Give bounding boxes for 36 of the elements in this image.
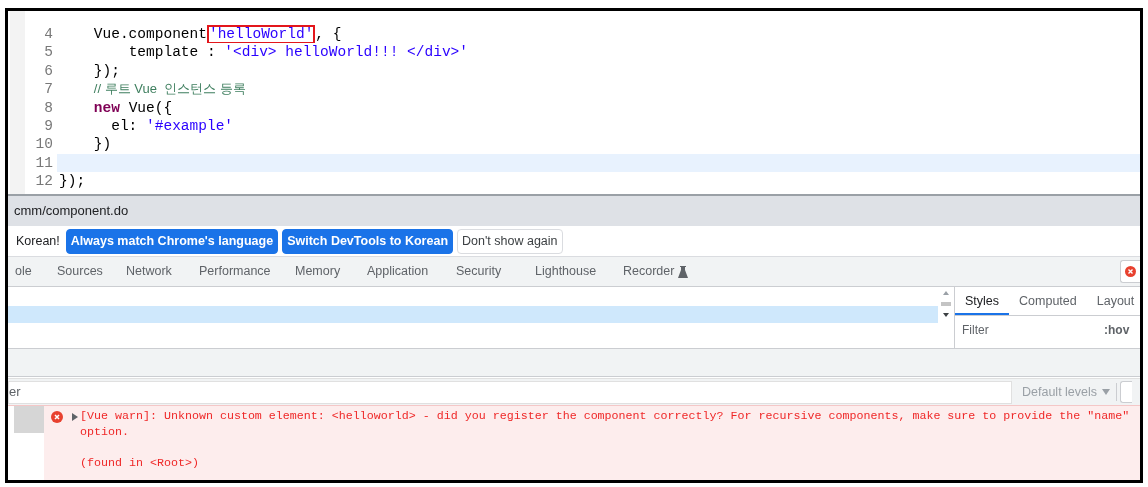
error-count-button[interactable] (1120, 260, 1140, 283)
styles-tab[interactable]: Styles (955, 289, 1010, 315)
code-line: // 루트 Vue 인스턴스 등록 (92, 80, 246, 99)
devtools-tab[interactable]: Lighthouse (528, 257, 604, 286)
error-icon (51, 411, 63, 423)
code-line: }); (59, 172, 86, 191)
error-icon (1125, 266, 1136, 277)
dropdown-arrow-icon (1102, 389, 1111, 395)
console-filter-field[interactable]: er (8, 380, 1012, 404)
infobar-message: Korean! (16, 232, 60, 250)
hov-toggle[interactable]: :hov (1104, 320, 1130, 339)
console-message: [Vue warn]: Unknown custom element: <helloworld> - did you register the component correctly? For recursive components, make sure to provide the "name" option. (80, 409, 1131, 441)
action-button[interactable]: Switch DevTools to Korean (282, 228, 454, 254)
url-text: cmm/component.do (14, 202, 129, 221)
styles-tab[interactable]: Layout (1086, 289, 1140, 315)
code-line: el: '#example' (110, 116, 234, 136)
settings-button[interactable] (1120, 381, 1133, 403)
devtools-tab[interactable]: ole (8, 257, 39, 286)
code-line: template : '<div> helloWorld!!! </div>' (127, 43, 468, 62)
devtools-tab[interactable]: Network (119, 257, 179, 286)
devtools-tab[interactable]: Performance (192, 257, 278, 286)
code-line: new Vue({ (92, 98, 173, 117)
code-line: }) (92, 135, 112, 154)
dismiss-button[interactable]: Don't show again (457, 228, 563, 254)
expand-triangle-icon[interactable] (72, 413, 78, 421)
devtools-tab[interactable]: Memory (288, 257, 348, 286)
code-text: Vue.component (92, 25, 207, 44)
devtools-tab[interactable]: Application (360, 257, 436, 286)
action-button[interactable]: Always match Chrome's language (65, 228, 279, 254)
styles-tab[interactable]: Computed (1009, 289, 1087, 315)
devtools-tab[interactable]: Recorder (616, 257, 696, 286)
devtools-tab[interactable]: Sources (50, 257, 110, 286)
devtools-tab[interactable]: Security (449, 257, 509, 286)
code-text: , { (315, 25, 342, 44)
console-message-source: (found in <Root>) (80, 456, 199, 472)
code-line: }); (92, 61, 120, 81)
